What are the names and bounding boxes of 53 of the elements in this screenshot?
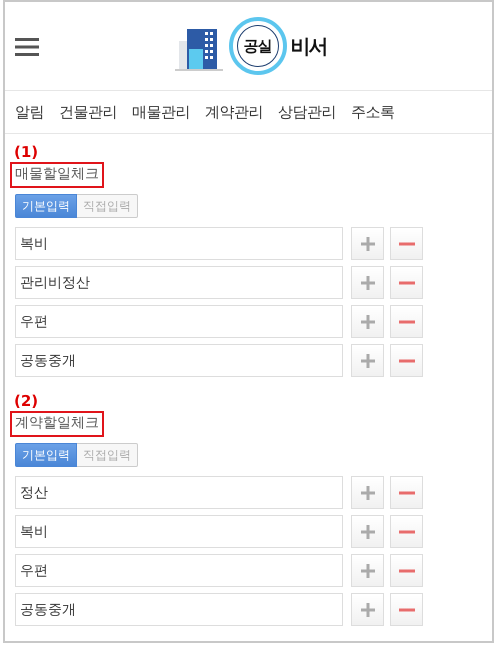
remove-button[interactable]	[390, 266, 423, 299]
minus-icon	[398, 242, 414, 246]
logo-text: 비서	[290, 32, 326, 60]
add-button[interactable]	[351, 266, 384, 299]
nav-link[interactable]: 알림	[15, 102, 44, 122]
minus-icon	[398, 568, 414, 572]
add-button[interactable]	[351, 344, 384, 377]
remove-button[interactable]	[390, 227, 423, 260]
input-field[interactable]: 우편	[15, 554, 343, 587]
minus-icon	[398, 280, 414, 284]
plus-icon	[360, 276, 374, 290]
section-number: (1)	[14, 144, 38, 161]
nav-link[interactable]: 건물관리	[59, 102, 117, 122]
input-field[interactable]: 공동중개	[15, 593, 343, 626]
plus-icon	[360, 486, 374, 500]
menu-icon[interactable]	[15, 38, 39, 56]
nav-link[interactable]: 상담관리	[278, 102, 336, 122]
add-button[interactable]	[351, 554, 384, 587]
plus-icon	[360, 314, 374, 328]
remove-button[interactable]	[390, 476, 423, 509]
nav-link[interactable]: 계약관리	[205, 102, 263, 122]
remove-button[interactable]	[390, 593, 423, 626]
input-field[interactable]: 우편	[15, 305, 343, 338]
section-title: 계약할일체크	[10, 411, 104, 437]
input-field[interactable]: 복비	[15, 227, 343, 260]
input-field[interactable]: 공동중개	[15, 344, 343, 377]
input-field[interactable]: 정산	[15, 476, 343, 509]
minus-icon	[398, 530, 414, 534]
plus-icon	[360, 354, 374, 368]
plus-icon	[360, 236, 374, 250]
add-button[interactable]	[351, 227, 384, 260]
input-field[interactable]: 복비	[15, 515, 343, 548]
add-button[interactable]	[351, 593, 384, 626]
minus-icon	[398, 490, 414, 494]
add-button[interactable]	[351, 476, 384, 509]
plus-icon	[360, 564, 374, 578]
section-number: (2)	[14, 393, 38, 410]
add-button[interactable]	[351, 515, 384, 548]
plus-icon	[360, 524, 374, 538]
remove-button[interactable]	[390, 515, 423, 548]
remove-button[interactable]	[390, 344, 423, 377]
section-title: 매물할일체크	[10, 162, 104, 188]
logo-badge: 공실	[228, 17, 286, 75]
remove-button[interactable]	[390, 305, 423, 338]
minus-icon	[398, 608, 414, 612]
minus-icon	[398, 358, 414, 362]
add-button[interactable]	[351, 305, 384, 338]
nav-link[interactable]: 매물관리	[132, 102, 190, 122]
minus-icon	[398, 320, 414, 324]
nav-link[interactable]: 주소록	[351, 102, 394, 122]
plus-icon	[360, 602, 374, 616]
input-field[interactable]: 관리비정산	[15, 266, 343, 299]
remove-button[interactable]	[390, 554, 423, 587]
